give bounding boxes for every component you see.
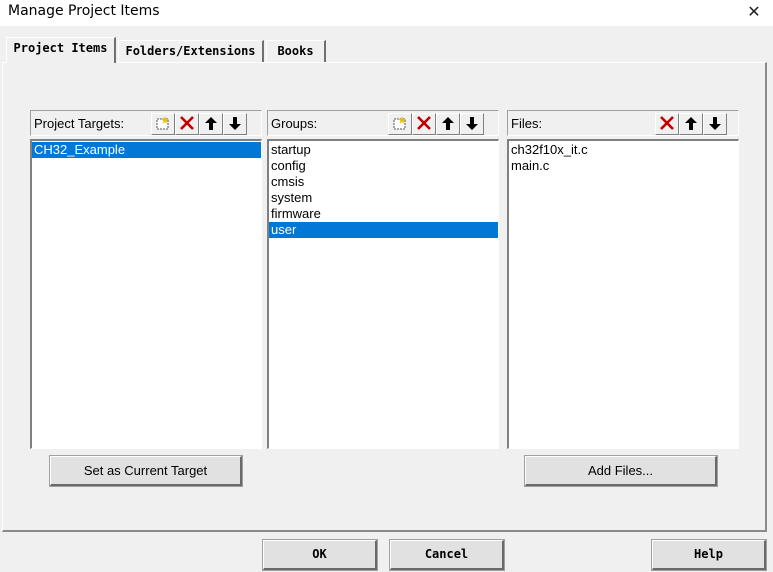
list-item-group[interactable]: firmware (269, 206, 498, 222)
list-item-group[interactable]: system (269, 190, 498, 206)
list-item-group[interactable]: user (269, 222, 498, 238)
new-group-button[interactable] (388, 113, 412, 135)
files-label: Files: (511, 116, 543, 131)
list-item-target[interactable]: CH32_Example (32, 142, 261, 158)
delete-target-button[interactable] (175, 113, 199, 135)
list-item-group[interactable]: startup (269, 142, 498, 158)
help-button[interactable]: Help (651, 539, 767, 571)
move-file-down-button[interactable] (703, 113, 727, 135)
project-targets-label: Project Targets: (34, 116, 125, 131)
groups-list[interactable]: startup config cmsis system firmware use… (267, 139, 499, 449)
list-item-group[interactable]: cmsis (269, 174, 498, 190)
groups-label: Groups: (271, 116, 318, 131)
move-up-icon (685, 117, 697, 130)
new-icon (156, 116, 169, 130)
groups-header: Groups: (267, 110, 499, 136)
delete-icon (180, 116, 194, 130)
move-group-down-button[interactable] (460, 113, 484, 135)
project-targets-header: Project Targets: (30, 110, 262, 136)
cancel-button[interactable]: Cancel (389, 539, 505, 571)
move-file-up-button[interactable] (679, 113, 703, 135)
add-files-button[interactable]: Add Files... (524, 455, 718, 487)
list-item-file[interactable]: ch32f10x_it.c (509, 142, 738, 158)
project-targets-list[interactable]: CH32_Example (30, 139, 262, 449)
window-title: Manage Project Items (8, 3, 160, 19)
list-item-group[interactable]: config (269, 158, 498, 174)
tab-books[interactable]: Books (266, 40, 326, 62)
list-item-file[interactable]: main.c (509, 158, 738, 174)
tab-folders-extensions[interactable]: Folders/Extensions (118, 40, 264, 62)
ok-button[interactable]: OK (262, 539, 378, 571)
delete-icon (660, 116, 674, 130)
move-down-icon (229, 117, 241, 130)
delete-file-button[interactable] (655, 113, 679, 135)
move-down-icon (709, 117, 721, 130)
close-icon[interactable]: ✕ (741, 0, 767, 24)
tab-project-items[interactable]: Project Items (6, 37, 116, 63)
move-up-icon (205, 117, 217, 130)
new-target-button[interactable] (151, 113, 175, 135)
move-target-down-button[interactable] (223, 113, 247, 135)
delete-icon (417, 116, 431, 130)
move-down-icon (466, 117, 478, 130)
files-header: Files: (507, 110, 739, 136)
set-current-target-button[interactable]: Set as Current Target (49, 455, 243, 487)
move-target-up-button[interactable] (199, 113, 223, 135)
move-up-icon (442, 117, 454, 130)
delete-group-button[interactable] (412, 113, 436, 135)
new-icon (393, 116, 406, 130)
move-group-up-button[interactable] (436, 113, 460, 135)
files-list[interactable]: ch32f10x_it.c main.c (507, 139, 739, 449)
